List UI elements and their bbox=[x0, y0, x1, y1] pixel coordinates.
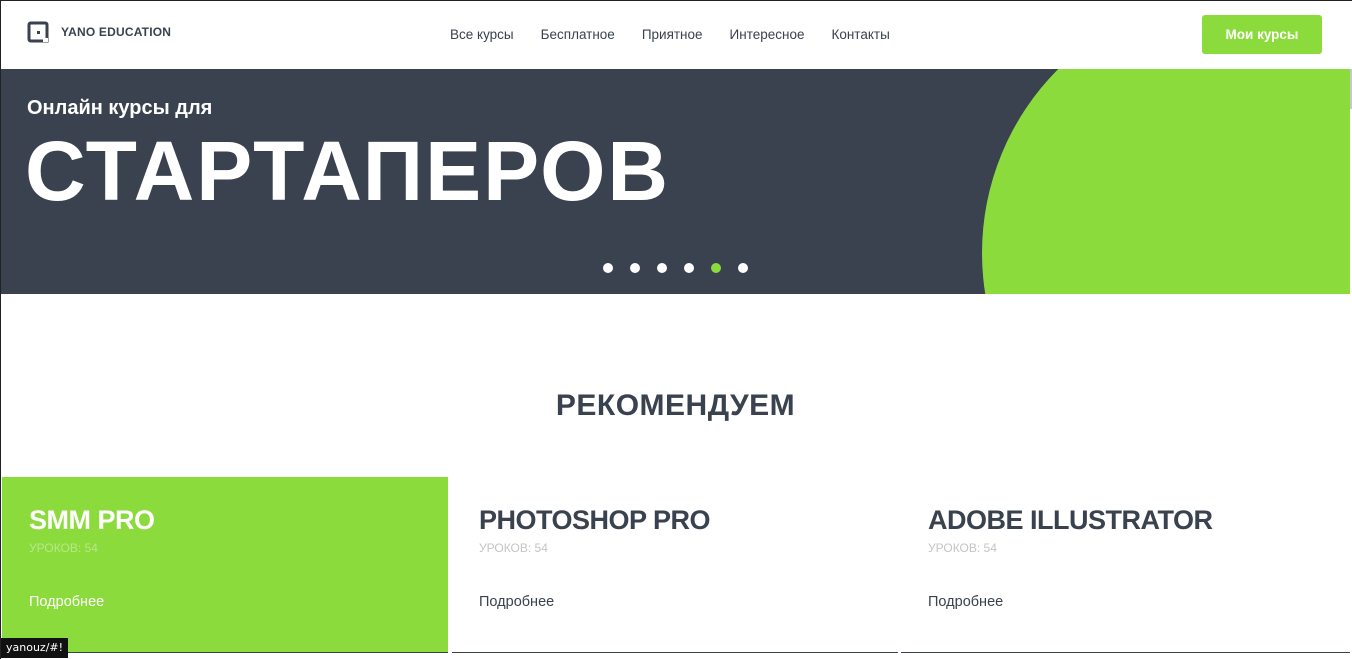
logo-icon bbox=[27, 21, 49, 43]
hero-banner: Онлайн курсы для СТАРТАПЕРОВ bbox=[1, 69, 1350, 294]
slider-dot-4[interactable] bbox=[684, 263, 694, 273]
logo-text: YANO EDUCATION bbox=[61, 25, 172, 39]
hero-title: СТАРТАПЕРОВ bbox=[25, 124, 671, 218]
course-card-more-link[interactable]: Подробнее bbox=[928, 594, 1003, 610]
logo[interactable]: YANO EDUCATION bbox=[27, 21, 171, 43]
course-card-photoshop-pro[interactable]: PHOTOSHOP PRO УРОКОВ: 54 Подробнее bbox=[452, 477, 898, 653]
hero-subtitle: Онлайн курсы для bbox=[27, 97, 213, 119]
section-title: РЕКОМЕНДУЕМ bbox=[555, 389, 796, 422]
slider-dot-6[interactable] bbox=[738, 263, 748, 273]
my-courses-button[interactable]: Мои курсы bbox=[1202, 15, 1322, 54]
course-card-lessons: УРОКОВ: 54 bbox=[479, 541, 548, 555]
hero-decorative-circle bbox=[982, 69, 1350, 294]
course-card-title: PHOTOSHOP PRO bbox=[479, 505, 711, 535]
nav-interesting[interactable]: Интересное bbox=[730, 27, 805, 42]
header: YANO EDUCATION Все курсы Бесплатное Прия… bbox=[1, 1, 1351, 69]
slider-dots bbox=[603, 263, 748, 273]
course-card-adobe-illustrator[interactable]: ADOBE ILLUSTRATOR УРОКОВ: 54 Подробнее bbox=[901, 477, 1350, 653]
slider-dot-1[interactable] bbox=[603, 263, 613, 273]
course-card-smm-pro[interactable]: SMM PRO УРОКОВ: 54 Подробнее bbox=[2, 477, 448, 653]
slider-dot-5-active[interactable] bbox=[711, 263, 721, 273]
nav-free[interactable]: Бесплатное bbox=[541, 27, 615, 42]
course-cards: SMM PRO УРОКОВ: 54 Подробнее PHOTOSHOP P… bbox=[2, 477, 1350, 655]
course-card-lessons: УРОКОВ: 54 bbox=[928, 541, 997, 555]
nav-pleasant[interactable]: Приятное bbox=[642, 27, 703, 42]
page: YANO EDUCATION Все курсы Бесплатное Прия… bbox=[0, 0, 1352, 659]
status-bar-url: yanouz/#! bbox=[1, 638, 69, 658]
course-card-title: ADOBE ILLUSTRATOR bbox=[928, 505, 1213, 535]
main-nav: Все курсы Бесплатное Приятное Интересное… bbox=[450, 27, 890, 42]
slider-dot-2[interactable] bbox=[630, 263, 640, 273]
slider-dot-3[interactable] bbox=[657, 263, 667, 273]
course-card-more-link[interactable]: Подробнее bbox=[479, 594, 554, 610]
course-card-title: SMM PRO bbox=[29, 505, 155, 535]
course-card-more-link[interactable]: Подробнее bbox=[29, 594, 104, 610]
course-card-lessons: УРОКОВ: 54 bbox=[29, 541, 98, 555]
nav-all-courses[interactable]: Все курсы bbox=[450, 27, 514, 42]
nav-contacts[interactable]: Контакты bbox=[831, 27, 889, 42]
